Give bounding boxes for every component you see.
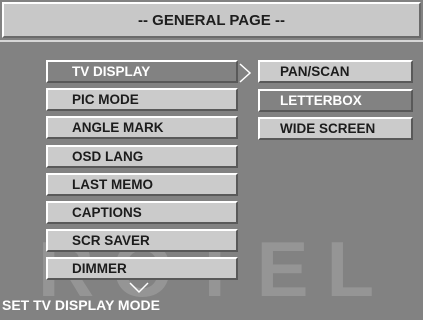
option-pan-scan[interactable]: PAN/SCAN [258, 60, 413, 83]
option-letterbox[interactable]: LETTERBOX [258, 89, 413, 112]
menu-item-osd-lang[interactable]: OSD LANG [46, 145, 238, 168]
menu-item-last-memo[interactable]: LAST MEMO [46, 173, 238, 196]
menu-item-angle-mark[interactable]: ANGLE MARK [46, 116, 238, 139]
page-title: -- GENERAL PAGE -- [2, 2, 421, 38]
option-wide-screen[interactable]: WIDE SCREEN [258, 117, 413, 140]
chevron-down-icon[interactable] [128, 280, 150, 294]
menu-item-pic-mode[interactable]: PIC MODE [46, 88, 238, 111]
menu-item-dimmer[interactable]: DIMMER [46, 257, 238, 280]
menu-item-captions[interactable]: CAPTIONS [46, 201, 238, 224]
osd-screen: -- GENERAL PAGE -- ROTEL TV DISPLAY PIC … [0, 0, 423, 320]
menu-item-scr-saver[interactable]: SCR SAVER [46, 229, 238, 252]
status-text: SET TV DISPLAY MODE [2, 297, 160, 313]
title-divider [0, 40, 423, 42]
menu-item-tv-display[interactable]: TV DISPLAY [46, 60, 238, 83]
chevron-right-icon [239, 63, 252, 83]
